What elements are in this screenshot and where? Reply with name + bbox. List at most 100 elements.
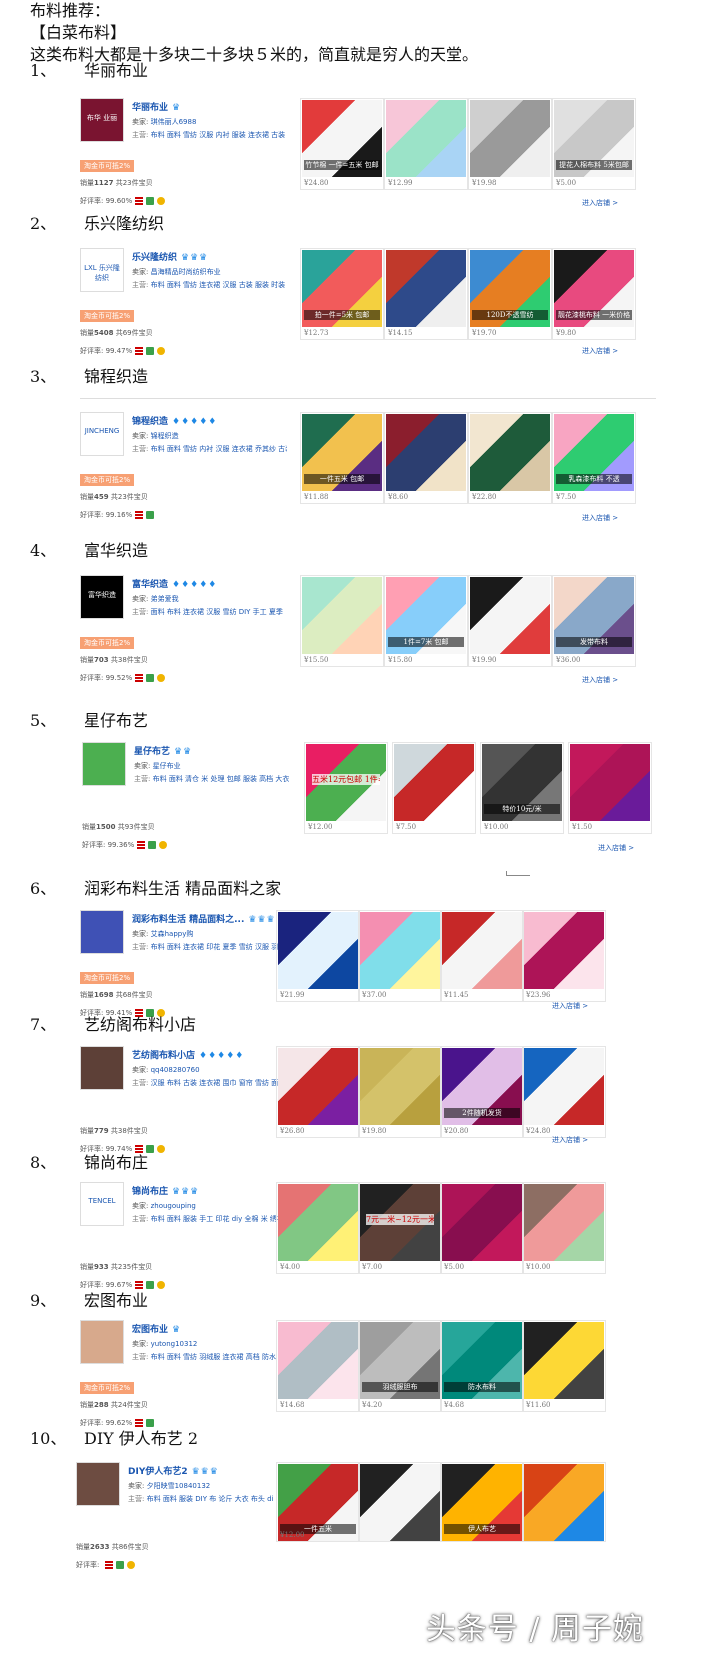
- product-image[interactable]: [470, 100, 550, 177]
- product-image[interactable]: [302, 577, 382, 654]
- product-image[interactable]: [524, 912, 604, 989]
- seller-name[interactable]: 锦程织造: [151, 432, 179, 440]
- shop-card[interactable]: 布华 业丽 华丽布业 ♛ 卖家: 琪伟丽人6988 主营: 布料 面料 雪纺 汉服 内衬…: [80, 98, 292, 208]
- enter-shop-link[interactable]: 进入店铺 >: [598, 843, 634, 853]
- shop-logo[interactable]: [76, 1462, 120, 1506]
- product-thumbnail[interactable]: ¥26.80: [276, 1046, 360, 1138]
- product-image[interactable]: [470, 414, 550, 491]
- product-image[interactable]: 五米12元包邮 1件=五米: [306, 744, 386, 821]
- product-thumbnail[interactable]: 1件=7米 包邮 ¥15.80: [384, 575, 468, 667]
- shop-name-link[interactable]: 锦程织造 ♦♦♦♦♦: [132, 414, 217, 427]
- product-image[interactable]: [570, 744, 650, 821]
- product-image[interactable]: 2件随机发货: [442, 1048, 522, 1125]
- product-thumbnail[interactable]: 7元一米~12元一米 ¥7.00: [358, 1182, 442, 1274]
- shop-name-link[interactable]: 华丽布业 ♛: [132, 100, 181, 113]
- product-thumbnail[interactable]: ¥12.99: [384, 98, 468, 190]
- product-thumbnail[interactable]: 伊人布艺: [440, 1462, 524, 1542]
- seller-name[interactable]: 艾森happy购: [151, 930, 194, 938]
- product-image[interactable]: [278, 1322, 358, 1399]
- product-image[interactable]: [386, 414, 466, 491]
- shop-logo[interactable]: TENCEL: [80, 1182, 124, 1226]
- product-image[interactable]: [524, 1464, 604, 1541]
- shop-card[interactable]: 宏图布业 ♛ 卖家: yutong10312 主营: 布料 面料 雪纺 羽绒服 连衣裙…: [80, 1320, 292, 1430]
- product-image[interactable]: [470, 577, 550, 654]
- product-image[interactable]: [360, 1048, 440, 1125]
- product-image[interactable]: 发带布料: [554, 577, 634, 654]
- product-thumbnail[interactable]: ¥19.98: [468, 98, 552, 190]
- product-thumbnail[interactable]: ¥8.60: [384, 412, 468, 504]
- product-image[interactable]: [442, 1184, 522, 1261]
- product-image[interactable]: [394, 744, 474, 821]
- product-image[interactable]: 提花人棉布料 5米包邮: [554, 100, 634, 177]
- seller-name[interactable]: 夕阳映雪10840132: [147, 1482, 211, 1490]
- product-image[interactable]: 特价10元/米: [482, 744, 562, 821]
- product-thumbnail[interactable]: 羽绒服胆布 ¥4.20: [358, 1320, 442, 1412]
- shop-name-link[interactable]: 宏图布业 ♛: [132, 1322, 181, 1335]
- product-thumbnail[interactable]: ¥10.00: [522, 1182, 606, 1274]
- seller-name[interactable]: qq408280760: [151, 1066, 200, 1074]
- product-thumbnail[interactable]: ¥4.00: [276, 1182, 360, 1274]
- shop-name-link[interactable]: 艺纺阁布料小店 ♦♦♦♦♦: [132, 1048, 244, 1061]
- product-thumbnail[interactable]: ¥11.45: [440, 910, 524, 1002]
- enter-shop-link[interactable]: 进入店铺 >: [582, 513, 618, 523]
- product-thumbnail[interactable]: ¥19.80: [358, 1046, 442, 1138]
- seller-name[interactable]: zhougouping: [151, 1202, 196, 1210]
- shop-logo[interactable]: 布华 业丽: [80, 98, 124, 142]
- product-image[interactable]: [278, 912, 358, 989]
- enter-shop-link[interactable]: 进入店铺 >: [582, 198, 618, 208]
- product-image[interactable]: [278, 1184, 358, 1261]
- product-thumbnail[interactable]: ¥14.15: [384, 248, 468, 340]
- product-image[interactable]: [524, 1322, 604, 1399]
- product-thumbnail[interactable]: 乳森漆布料 不透 ¥7.50: [552, 412, 636, 504]
- product-thumbnail[interactable]: 发带布料 ¥36.00: [552, 575, 636, 667]
- shop-card[interactable]: 星仔布艺 ♛♛ 卖家: 星仔布业 主营: 布料 面料 清仓 米 处理 包邮 服装 高档…: [82, 742, 294, 852]
- product-thumbnail[interactable]: 五米12元包邮 1件=五米 ¥12.00: [304, 742, 388, 834]
- shop-card[interactable]: 润彩布料生活 精品面料之... ♛♛♛ 卖家: 艾森happy购 主营: 布料 面料 …: [80, 910, 292, 1020]
- product-thumbnail[interactable]: ¥21.99: [276, 910, 360, 1002]
- product-image[interactable]: [524, 1184, 604, 1261]
- product-image[interactable]: 7元一米~12元一米: [360, 1184, 440, 1261]
- enter-shop-link[interactable]: 进入店铺 >: [582, 675, 618, 685]
- shop-name-link[interactable]: 星仔布艺 ♛♛: [134, 744, 192, 757]
- product-image[interactable]: 竹节棉 一件=五米 包邮: [302, 100, 382, 177]
- product-image[interactable]: [386, 100, 466, 177]
- product-thumbnail[interactable]: 靓花漆桃布料 一米价格 ¥9.80: [552, 248, 636, 340]
- shop-name-link[interactable]: 富华织造 ♦♦♦♦♦: [132, 577, 217, 590]
- product-thumbnail[interactable]: [522, 1462, 606, 1542]
- shop-name-link[interactable]: DIY伊人布艺2 ♛♛♛: [128, 1464, 219, 1477]
- shop-logo[interactable]: LXL 乐兴隆纺织: [80, 248, 124, 292]
- product-image[interactable]: 一件五米: [278, 1464, 358, 1541]
- enter-shop-link[interactable]: 进入店铺 >: [582, 346, 618, 356]
- seller-name[interactable]: 昌海精品时尚纺织布业: [151, 268, 221, 276]
- product-thumbnail[interactable]: ¥23.96: [522, 910, 606, 1002]
- product-thumbnail[interactable]: ¥19.90: [468, 575, 552, 667]
- shop-name-link[interactable]: 锦尚布庄 ♛♛♛: [132, 1184, 199, 1197]
- product-image[interactable]: [278, 1048, 358, 1125]
- product-thumbnail[interactable]: ¥15.50: [300, 575, 384, 667]
- product-thumbnail[interactable]: ¥24.80: [522, 1046, 606, 1138]
- shop-card[interactable]: 富华织造 富华织造 ♦♦♦♦♦ 卖家: 弟弟爱我 主营: 面料 布料 连衣裙 汉服 雪纺…: [80, 575, 292, 685]
- product-image[interactable]: [442, 912, 522, 989]
- shop-logo[interactable]: [80, 910, 124, 954]
- product-thumbnail[interactable]: ¥5.00: [440, 1182, 524, 1274]
- product-image[interactable]: [524, 1048, 604, 1125]
- product-image[interactable]: 羽绒服胆布: [360, 1322, 440, 1399]
- shop-name-link[interactable]: 润彩布料生活 精品面料之... ♛♛♛: [132, 912, 276, 925]
- product-image[interactable]: 120D不透雪纺: [470, 250, 550, 327]
- shop-logo[interactable]: JINCHENG: [80, 412, 124, 456]
- seller-name[interactable]: 星仔布业: [153, 762, 181, 770]
- product-thumbnail[interactable]: 提花人棉布料 5米包邮 ¥5.00: [552, 98, 636, 190]
- product-image[interactable]: [386, 250, 466, 327]
- shop-card[interactable]: 艺纺阁布料小店 ♦♦♦♦♦ 卖家: qq408280760 主营: 汉服 布料 古装 …: [80, 1046, 292, 1156]
- product-image[interactable]: [360, 912, 440, 989]
- product-thumbnail[interactable]: 防水布料 ¥4.68: [440, 1320, 524, 1412]
- product-thumbnail[interactable]: ¥1.50: [568, 742, 652, 834]
- enter-shop-link[interactable]: 进入店铺 >: [552, 1001, 588, 1011]
- product-thumbnail[interactable]: ¥7.50: [392, 742, 476, 834]
- shop-logo[interactable]: [80, 1046, 124, 1090]
- seller-name[interactable]: 弟弟爱我: [151, 595, 179, 603]
- product-thumbnail[interactable]: 2件随机发货 ¥20.80: [440, 1046, 524, 1138]
- product-image[interactable]: 防水布料: [442, 1322, 522, 1399]
- product-thumbnail[interactable]: ¥37.00: [358, 910, 442, 1002]
- product-thumbnail[interactable]: 120D不透雪纺 ¥19.70: [468, 248, 552, 340]
